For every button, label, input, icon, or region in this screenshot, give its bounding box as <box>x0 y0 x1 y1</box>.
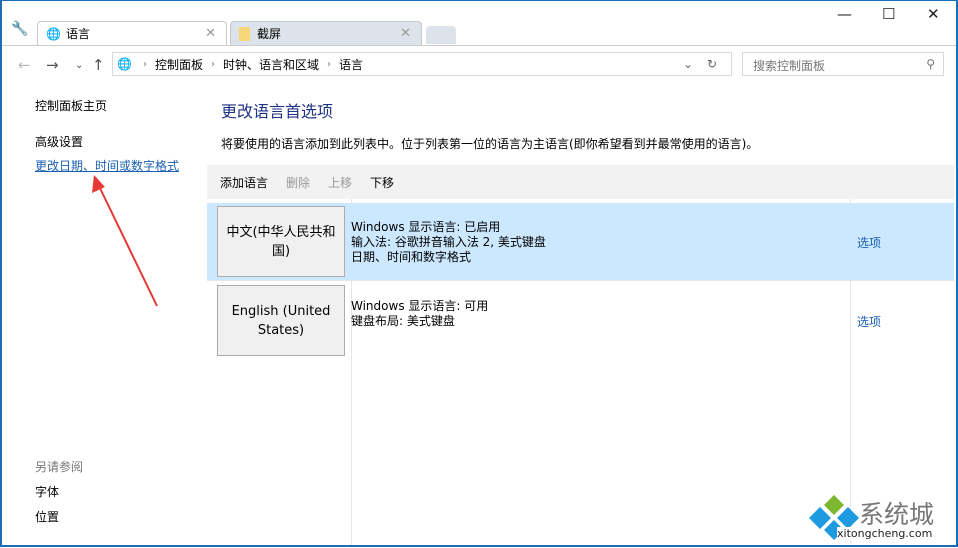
window: 🔧 🌐 语言 ✕ 截屏 ✕ — ☐ ✕ ← → ⌄ ↑ 🌐 › 控制面板 › 时钟、语… <box>0 0 958 547</box>
language-row[interactable]: English (United States) Windows 显示语言: 可用… <box>207 282 954 360</box>
language-button[interactable]: 中文(中华人民共和国) <box>217 206 345 277</box>
add-language-button[interactable]: 添加语言 <box>220 174 268 191</box>
options-link[interactable]: 选项 <box>857 234 881 251</box>
move-down-button[interactable]: 下移 <box>370 174 394 191</box>
language-row[interactable]: 中文(中华人民共和国) Windows 显示语言: 已启用 输入法: 谷歌拼音输入… <box>207 203 954 281</box>
main-panel: 更改语言首选项 将要使用的语言添加到此列表中。位于列表第一位的语言为主语言(即你… <box>207 81 954 545</box>
page-title: 更改语言首选项 <box>221 102 334 121</box>
options-link[interactable]: 选项 <box>857 313 881 330</box>
move-up-button[interactable]: 上移 <box>328 174 352 191</box>
description: 将要使用的语言添加到此列表中。位于列表第一位的语言为主语言(即你希望看到并最常使… <box>221 137 759 151</box>
toolbar: 添加语言 删除 上移 下移 <box>207 165 954 199</box>
remove-button[interactable]: 删除 <box>286 174 310 191</box>
watermark-logo: 系统城 xitongcheng.com <box>807 493 957 543</box>
language-button[interactable]: English (United States) <box>217 285 345 356</box>
